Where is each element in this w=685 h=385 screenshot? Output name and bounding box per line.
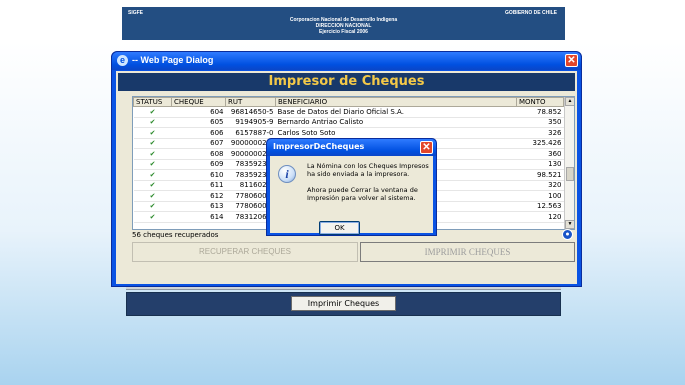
grid-scrollbar[interactable]: ▲ ▼ [564,97,574,229]
monto-cell: 98.521 [516,169,564,181]
cheque-cell: 611 [171,180,226,191]
checkmark-icon[interactable]: ✔ [133,127,172,139]
cheque-cell: 604 [171,106,226,118]
table-header-row: STATUS CHEQUE RUT BENEFICIARIO MONTO [133,97,564,107]
monto-cell: 12.563 [516,201,564,212]
cheque-cell: 607 [171,138,226,149]
status-text: 56 cheques recuperados [132,231,219,239]
monto-cell: 320 [516,180,564,191]
header-line-3: Ejercicio Fiscal 2006 [319,29,368,35]
beneficiario-cell: Carlos Soto Soto [275,127,517,139]
checkmark-icon[interactable]: ✔ [133,148,172,160]
message-box: ImpresorDeCheques ✕ i La Nómina con los … [266,138,437,236]
monto-cell: 78.852 [516,106,564,118]
cheque-cell: 612 [171,190,226,202]
cheque-cell: 605 [171,117,226,128]
info-icon: i [278,165,296,183]
monto-cell: 350 [516,117,564,128]
app-header: SIGFE GOBIERNO DE CHILE Corporacion Naci… [122,7,565,40]
monto-cell: 120 [516,211,564,223]
message-line-1: La Nómina con los Cheques Impresos ha si… [307,162,429,178]
app-header-right: GOBIERNO DE CHILE [505,10,557,16]
col-beneficiario[interactable]: BENEFICIARIO [275,97,517,107]
app-header-center: Corporacion Nacional de Desarrollo Indig… [122,17,565,35]
rut-cell: 96814650-5 [225,106,276,118]
checkmark-icon[interactable]: ✔ [133,201,172,212]
checkmark-icon[interactable]: ✔ [133,180,172,191]
cheque-cell: 610 [171,169,226,181]
rut-cell: 6157887-0 [225,127,276,139]
message-line-2: Ahora puede Cerrar la ventana de Impresi… [307,186,418,202]
message-close-icon[interactable]: ✕ [420,141,433,154]
app-header-left: SIGFE [128,10,144,16]
monto-cell: 100 [516,190,564,202]
cheque-cell: 606 [171,127,226,139]
dialog-heading: Impresor de Cheques [118,73,575,91]
print-cheques-button[interactable]: Imprimir Cheques [291,296,396,311]
checkmark-icon[interactable]: ✔ [133,169,172,181]
recover-cheques-button[interactable]: RECUPERAR CHEQUES [132,242,358,262]
checkmark-icon[interactable]: ✔ [133,159,172,170]
message-text: La Nómina con los Cheques Impresos ha si… [307,162,431,202]
rut-cell: 9194905-9 [225,117,276,128]
beneficiario-cell: Bernardo Antriao Calisto [275,117,517,128]
monto-cell: 360 [516,148,564,160]
col-cheque[interactable]: CHEQUE [171,97,226,107]
checkmark-icon[interactable]: ✔ [133,190,172,202]
beneficiario-cell: Base de Datos del Diario Oficial S.A. [275,106,517,118]
message-body: i La Nómina con los Cheques Impresos ha … [270,156,433,235]
table-row[interactable]: ✔ 606 6157887-0 Carlos Soto Soto 326 [133,127,564,139]
table-row[interactable]: ✔ 604 96814650-5 Base de Datos del Diario O… [133,106,564,118]
message-title-bar[interactable]: ImpresorDeCheques ✕ [267,139,436,156]
info-globe-icon: ● [562,229,573,240]
monto-cell: 130 [516,159,564,170]
monto-cell: 325.426 [516,138,564,149]
checkmark-icon[interactable]: ✔ [133,117,172,128]
checkmark-icon[interactable]: ✔ [133,138,172,149]
scroll-up-icon[interactable]: ▲ [565,97,574,106]
cheque-cell: 609 [171,159,226,170]
dialog-title: -- Web Page Dialog [132,55,214,65]
table-row[interactable]: ✔ 605 9194905-9 Bernardo Antriao Calisto 350 [133,117,564,128]
ok-button[interactable]: OK [319,221,360,235]
monto-cell: 326 [516,127,564,139]
scroll-down-icon[interactable]: ▼ [565,220,574,229]
col-monto[interactable]: MONTO [516,97,564,107]
col-rut[interactable]: RUT [225,97,276,107]
cheque-cell: 613 [171,201,226,212]
print-cheques-dialog-button[interactable]: IMPRIMIR CHEQUES [360,242,575,262]
message-title: ImpresorDeCheques [273,142,365,151]
scroll-thumb[interactable] [566,167,574,181]
checkmark-icon[interactable]: ✔ [133,211,172,223]
col-status[interactable]: STATUS [133,97,172,107]
dialog-close-icon[interactable]: ✕ [565,54,578,67]
cheque-cell: 608 [171,148,226,160]
dialog-title-bar[interactable]: e -- Web Page Dialog ✕ [112,52,581,70]
cheque-cell: 614 [171,211,226,223]
checkmark-icon[interactable]: ✔ [133,106,172,118]
ie-icon: e [117,55,128,66]
